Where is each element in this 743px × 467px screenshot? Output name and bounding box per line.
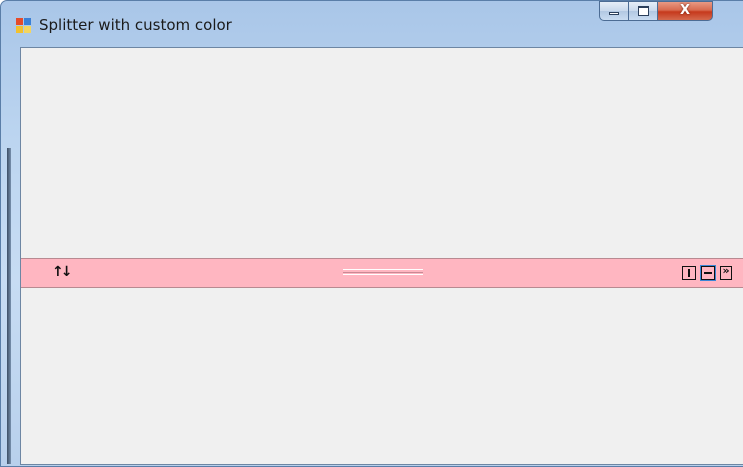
window-border-accent [7,148,11,464]
splitter-grip[interactable] [343,269,423,275]
window-title: Splitter with custom color [39,16,232,34]
splitter-bar[interactable]: ↑↓ » [21,258,743,288]
minimize-button[interactable] [599,1,629,21]
collapse-glyph: » [722,264,730,277]
collapse-panel-icon[interactable]: » [720,264,732,280]
maximize-icon [638,6,649,16]
maximize-button[interactable] [628,1,658,21]
title-bar[interactable]: Splitter with custom color X [1,1,743,41]
app-icon[interactable] [16,18,32,34]
bottom-panel [21,288,743,464]
minimize-icon [609,12,619,15]
client-area: ↑↓ » [20,47,743,465]
top-panel [21,48,743,258]
close-icon: X [679,3,691,18]
app-window: Splitter with custom color X ↑↓ » [0,0,743,467]
vertical-split-icon[interactable] [682,266,696,280]
close-button[interactable]: X [657,1,713,21]
swap-vertical-icon[interactable]: ↑↓ [52,264,73,280]
horizontal-split-icon[interactable] [700,265,716,281]
